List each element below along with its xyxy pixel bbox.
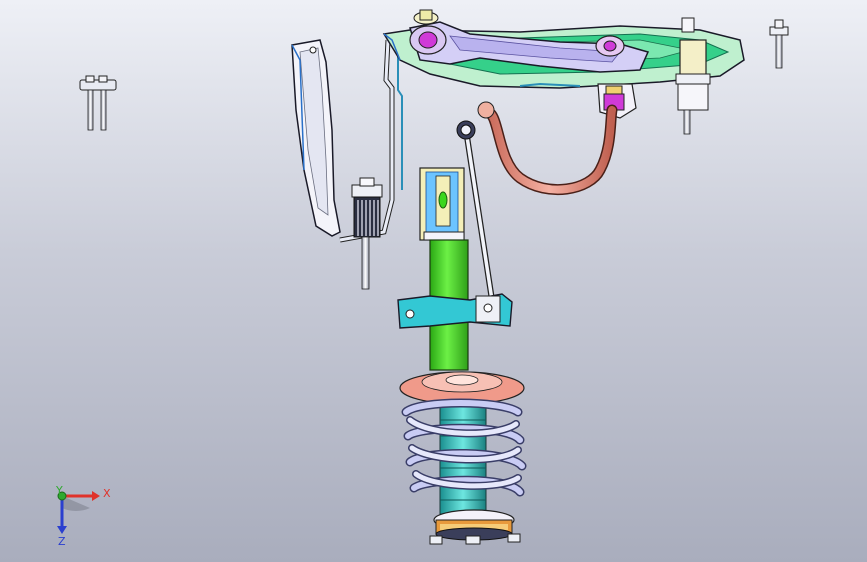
lower-spring-seat[interactable]	[429, 509, 521, 545]
suspension-assembly-model[interactable]: X Y Z	[0, 0, 867, 562]
triad-y-label: Y	[55, 484, 63, 497]
orientation-triad[interactable]: X Y Z	[55, 484, 111, 548]
loose-bolt-right[interactable]	[769, 19, 789, 69]
side-bracket[interactable]	[291, 39, 341, 237]
brake-hose[interactable]	[477, 101, 618, 196]
triad-x-arrow	[92, 491, 100, 501]
arm-bushing-left[interactable]	[409, 9, 447, 55]
strut-bracket[interactable]	[397, 293, 513, 329]
triad-plane	[62, 496, 90, 511]
strut-top-mount[interactable]	[419, 167, 465, 241]
mount-bolt-left[interactable]	[351, 177, 383, 290]
triad-x-label: X	[103, 487, 111, 500]
cad-viewport[interactable]: X Y Z	[0, 0, 867, 562]
arm-bushing-right[interactable]	[595, 35, 625, 57]
triad-z-label: Z	[58, 535, 66, 548]
loose-bolt-pair-left[interactable]	[79, 75, 117, 131]
triad-z-arrow	[57, 526, 67, 534]
